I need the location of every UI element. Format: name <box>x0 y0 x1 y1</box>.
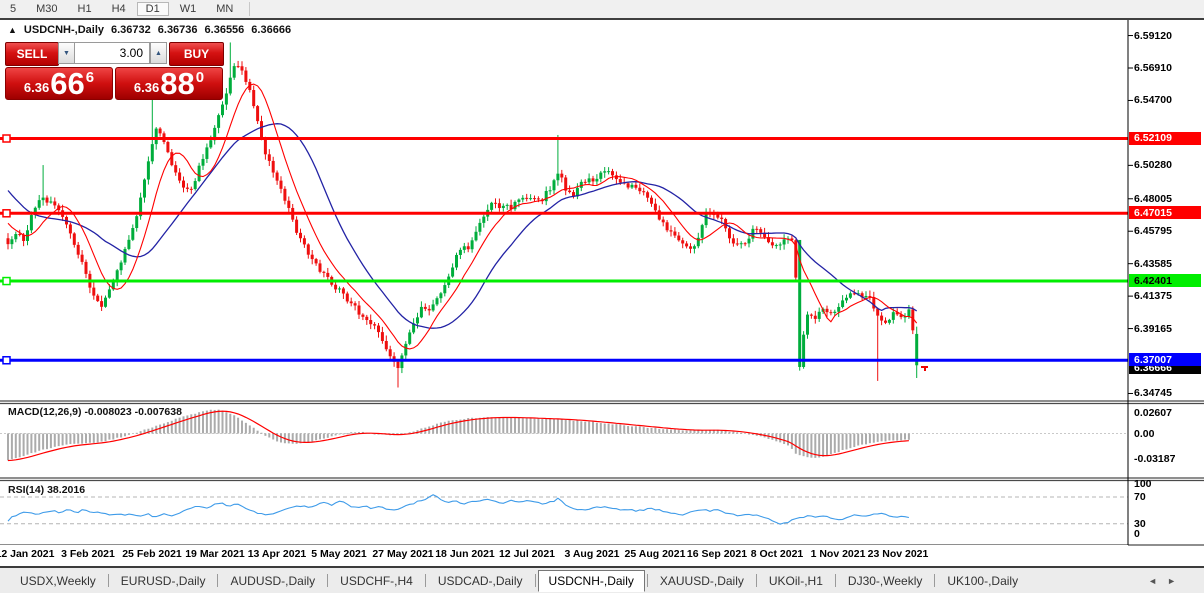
buy-price-button[interactable]: 6.36 88 0 <box>115 67 223 100</box>
chart-tab-uk100-daily[interactable]: UK100-,Daily <box>937 571 1028 591</box>
price-tag-6.37007: 6.37007 <box>1129 353 1201 366</box>
tab-separator <box>756 574 757 587</box>
chart-tab-usdchf-h4[interactable]: USDCHF-,H4 <box>330 571 423 591</box>
buy-price-big: 88 <box>160 70 194 98</box>
macd-scale-label: -0.03187 <box>1134 453 1175 465</box>
tab-scroll-right-icon[interactable]: ► <box>1167 576 1176 586</box>
arrow-up-icon: ▲ <box>155 50 162 57</box>
price-tick-label: 6.56910 <box>1134 62 1172 74</box>
price-tag-6.52109: 6.52109 <box>1129 132 1201 145</box>
one-click-trade-panel: SELL ▼ ▲ BUY 6.36 66 6 6.36 88 0 <box>5 42 227 102</box>
arrow-down-icon: ▼ <box>63 50 70 57</box>
chart-tab-dj30-weekly[interactable]: DJ30-,Weekly <box>838 571 932 591</box>
macd-scale-label: 0.02607 <box>1134 407 1172 419</box>
rsi-scale-label: 0 <box>1134 528 1140 540</box>
buy-price-prefix: 6.36 <box>134 80 159 95</box>
time-axis[interactable]: 12 Jan 20213 Feb 202125 Feb 202119 Mar 2… <box>0 545 1128 563</box>
rsi-indicator-label: RSI(14) 38.2016 <box>8 484 85 496</box>
quote-open: 6.36732 <box>111 24 151 36</box>
quote-low: 6.36556 <box>205 24 245 36</box>
tab-separator <box>327 574 328 587</box>
rsi-scale-label: 70 <box>1134 491 1146 503</box>
sell-price-big: 66 <box>50 70 84 98</box>
tab-separator <box>425 574 426 587</box>
quote-close: 6.36666 <box>251 24 291 36</box>
buy-price-sup: 0 <box>196 69 204 86</box>
mt4-window: 5M30H1H4D1W1MN ▲ USDCNH-,Daily 6.36732 6… <box>0 0 1204 593</box>
price-tag-6.42401: 6.42401 <box>1129 274 1201 287</box>
price-axis[interactable]: 6.59120 6.56910 6.54700 6.50280 6.48005 6.457… <box>1128 20 1204 563</box>
sell-price-button[interactable]: 6.36 66 6 <box>5 67 113 100</box>
chart-tab-usdcad-daily[interactable]: USDCAD-,Daily <box>428 571 533 591</box>
chart-tab-bar: USDX,WeeklyEURUSD-,DailyAUDUSD-,DailyUSD… <box>0 566 1204 593</box>
date-tick-label: 23 Nov 2021 <box>860 548 936 560</box>
buy-button[interactable]: BUY <box>169 42 224 66</box>
chart-symbol-label: USDCNH-,Daily <box>24 24 104 36</box>
tab-separator <box>108 574 109 587</box>
macd-scale-label: 0.00 <box>1134 428 1154 440</box>
tab-separator <box>535 574 536 587</box>
tab-separator <box>835 574 836 587</box>
volume-increase-button[interactable]: ▲ <box>150 42 167 64</box>
chart-tab-usdcnh-daily[interactable]: USDCNH-,Daily <box>538 570 645 592</box>
price-tick-label: 6.39165 <box>1134 323 1172 335</box>
quote-high: 6.36736 <box>158 24 198 36</box>
chart-tab-usdx-weekly[interactable]: USDX,Weekly <box>10 571 106 591</box>
price-tick-label: 6.41375 <box>1134 290 1172 302</box>
price-tick-label: 6.54700 <box>1134 94 1172 106</box>
price-tick-label: 6.59120 <box>1134 30 1172 42</box>
collapse-panel-icon[interactable]: ▲ <box>8 25 17 35</box>
tab-separator <box>217 574 218 587</box>
ask-price-marker <box>921 366 928 371</box>
sell-price-prefix: 6.36 <box>24 80 49 95</box>
chart-tab-ukoil-h1[interactable]: UKOil-,H1 <box>759 571 833 591</box>
price-tick-label: 6.50280 <box>1134 159 1172 171</box>
price-tick-label: 6.34745 <box>1134 387 1172 399</box>
tab-scroll-left-icon[interactable]: ◄ <box>1148 576 1157 586</box>
tab-separator <box>647 574 648 587</box>
chart-tab-eurusd-daily[interactable]: EURUSD-,Daily <box>111 571 216 591</box>
rsi-scale-label: 100 <box>1134 478 1152 490</box>
price-tick-label: 6.43585 <box>1134 258 1172 270</box>
chart-tab-audusd-daily[interactable]: AUDUSD-,Daily <box>220 571 325 591</box>
volume-input[interactable] <box>74 42 150 64</box>
chart-tab-xauusd-daily[interactable]: XAUUSD-,Daily <box>650 571 754 591</box>
sell-price-sup: 6 <box>86 69 94 86</box>
volume-decrease-button[interactable]: ▼ <box>58 42 75 64</box>
price-tick-label: 6.48005 <box>1134 193 1172 205</box>
macd-indicator-label: MACD(12,26,9) -0.008023 -0.007638 <box>8 406 182 418</box>
price-tag-6.47015: 6.47015 <box>1129 206 1201 219</box>
chart-title: ▲ USDCNH-,Daily 6.36732 6.36736 6.36556 … <box>8 24 291 36</box>
price-tick-label: 6.45795 <box>1134 225 1172 237</box>
sell-button[interactable]: SELL <box>5 42 59 66</box>
tab-separator <box>934 574 935 587</box>
